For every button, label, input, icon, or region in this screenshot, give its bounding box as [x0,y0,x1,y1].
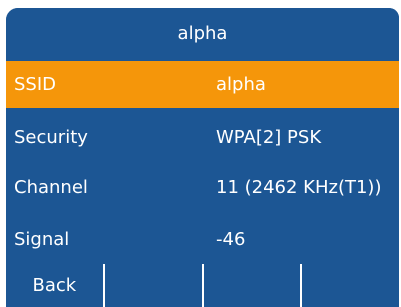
row-security[interactable]: Security WPA[2] PSK [6,113,399,161]
row-channel-value: 11 (2462 KHz(T1)) [216,176,382,198]
row-channel-label: Channel [14,176,88,198]
softkey-2[interactable] [104,264,202,307]
row-signal[interactable]: Signal -46 [6,215,399,263]
back-softkey[interactable]: Back [6,264,103,307]
row-security-label: Security [14,126,88,148]
row-channel[interactable]: Channel 11 (2462 KHz(T1)) [6,163,399,211]
row-security-value: WPA[2] PSK [216,126,322,148]
row-ssid[interactable]: SSID alpha [6,61,399,108]
softkey-4[interactable] [302,264,399,307]
row-ssid-value: alpha [216,74,266,95]
row-signal-label: Signal [14,228,70,250]
page-title: alpha [6,8,399,58]
softkey-bar: Back [6,264,399,307]
wifi-details-panel: alpha SSID alpha Security WPA[2] PSK Cha… [6,8,399,307]
row-ssid-label: SSID [14,74,57,95]
row-signal-value: -46 [216,228,246,250]
softkey-3[interactable] [203,264,301,307]
phone-screen: alpha SSID alpha Security WPA[2] PSK Cha… [0,0,401,307]
